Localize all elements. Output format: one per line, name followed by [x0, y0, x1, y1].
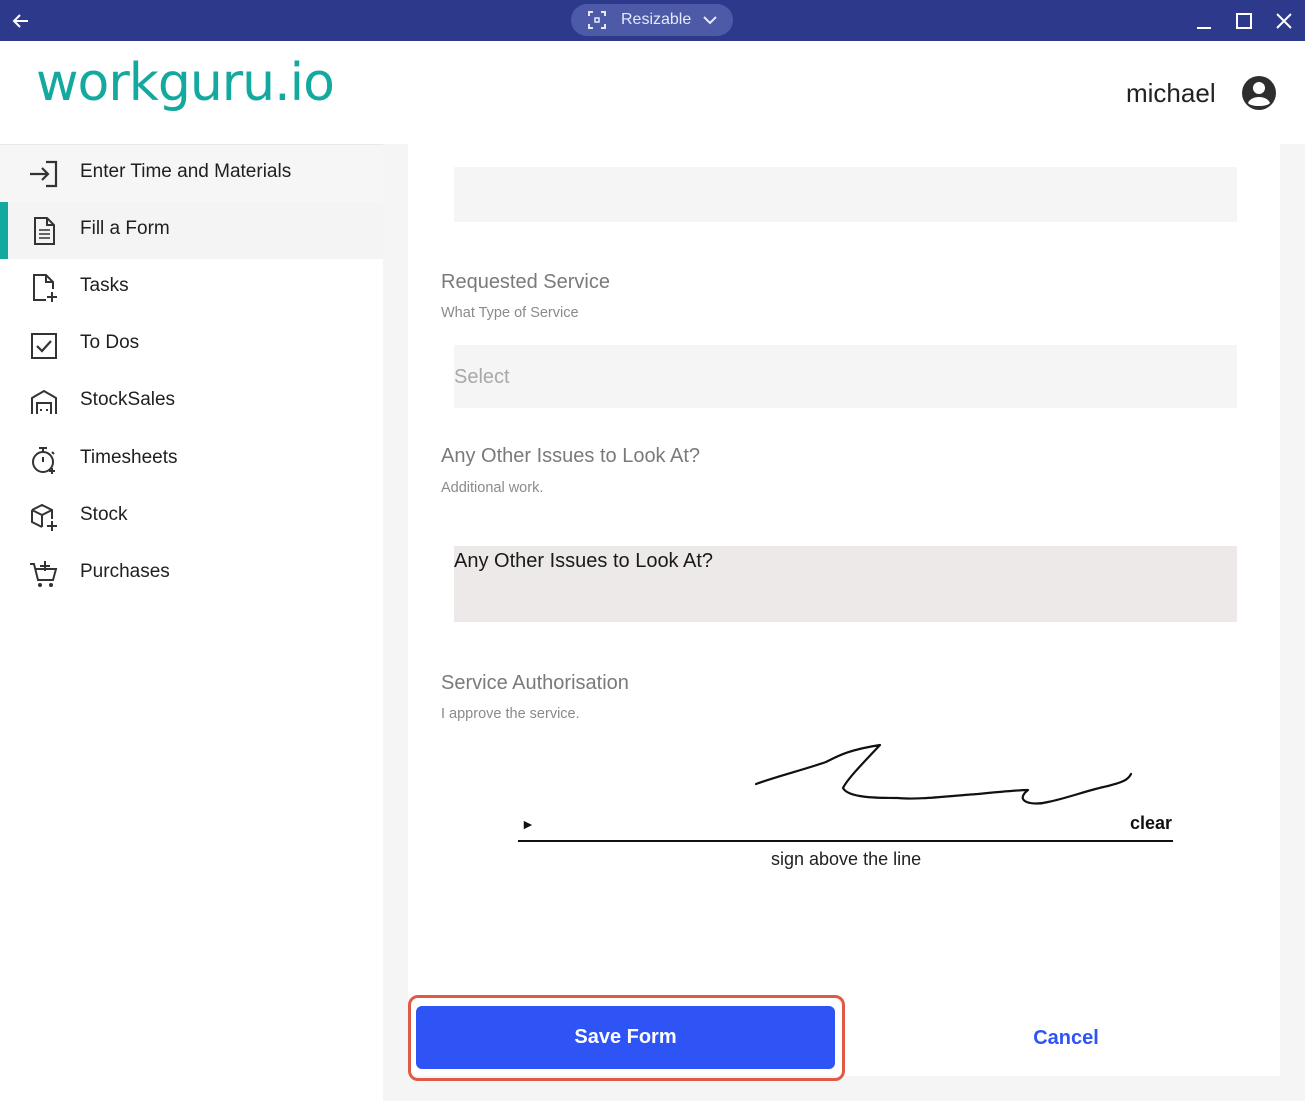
previous-field-input[interactable] [454, 167, 1237, 222]
stopwatch-icon [28, 444, 60, 476]
other-issues-subtitle: Additional work. [441, 480, 544, 496]
signature-baseline [518, 840, 1173, 842]
close-icon[interactable] [1273, 10, 1295, 32]
chevron-down-icon [702, 13, 718, 27]
maximize-icon[interactable] [1233, 10, 1255, 32]
sidebar-nav: Enter Time and Materials Fill a Form Tas… [0, 144, 383, 1101]
other-issues-value: Any Other Issues to Look At? [454, 550, 714, 572]
service-authorisation-title: Service Authorisation [441, 672, 629, 694]
sidebar-item-enter-time-and-materials[interactable]: Enter Time and Materials [0, 145, 383, 202]
checkbox-icon [28, 329, 60, 361]
sidebar-item-purchases[interactable]: Purchases [0, 545, 383, 602]
other-issues-title: Any Other Issues to Look At? [441, 445, 701, 467]
warehouse-icon [28, 386, 60, 418]
sidebar-item-label: Tasks [80, 275, 129, 296]
account-circle-icon[interactable] [1241, 75, 1277, 111]
window-titlebar: Resizable [0, 0, 1305, 41]
sidebar-item-tasks[interactable]: Tasks [0, 259, 383, 316]
signature-caption: sign above the line [771, 849, 922, 869]
signature-clear-button[interactable]: clear [1130, 813, 1172, 834]
box-add-icon [28, 501, 60, 533]
active-indicator [0, 202, 8, 259]
resize-icon [587, 10, 607, 30]
sidebar-item-label: Purchases [80, 561, 170, 582]
cancel-button[interactable]: Cancel [1010, 1020, 1122, 1056]
window-mode-label: Resizable [621, 11, 692, 28]
requested-service-subtitle: What Type of Service [441, 305, 579, 321]
sidebar-item-stock[interactable]: Stock [0, 488, 383, 545]
sidebar-item-label: Enter Time and Materials [80, 161, 292, 182]
sidebar-item-label: To Dos [80, 332, 140, 353]
save-form-button[interactable]: Save Form [416, 1006, 835, 1069]
sidebar-item-label: Timesheets [80, 447, 178, 468]
sidebar-item-label: StockSales [80, 389, 176, 410]
arrow-left-icon[interactable] [8, 8, 34, 34]
sidebar-item-label: Fill a Form [80, 218, 170, 239]
file-add-icon [28, 272, 60, 304]
minimize-icon[interactable] [1193, 10, 1215, 32]
document-icon [28, 215, 60, 247]
sidebar-item-timesheets[interactable]: Timesheets [0, 431, 383, 488]
service-authorisation-subtitle: I approve the service. [441, 706, 580, 722]
requested-service-title: Requested Service [441, 271, 610, 293]
app-header: workguru.io michael [0, 41, 1305, 144]
window-mode-dropdown[interactable]: Resizable [571, 4, 733, 36]
signature-marker: ► [521, 816, 535, 832]
sidebar-item-to-dos[interactable]: To Dos [0, 316, 383, 373]
requested-service-placeholder: Select [454, 366, 510, 388]
login-arrow-icon [28, 158, 60, 190]
workguru-logo: workguru.io [36, 53, 335, 113]
username-label: michael [1126, 78, 1216, 108]
requested-service-select[interactable] [454, 345, 1237, 408]
sidebar-item-label: Stock [80, 504, 128, 525]
cart-add-icon [28, 558, 60, 590]
signature-stroke[interactable] [748, 740, 1138, 810]
sidebar-item-fill-a-form[interactable]: Fill a Form [0, 202, 383, 259]
sidebar-item-stocksales[interactable]: StockSales [0, 373, 383, 430]
